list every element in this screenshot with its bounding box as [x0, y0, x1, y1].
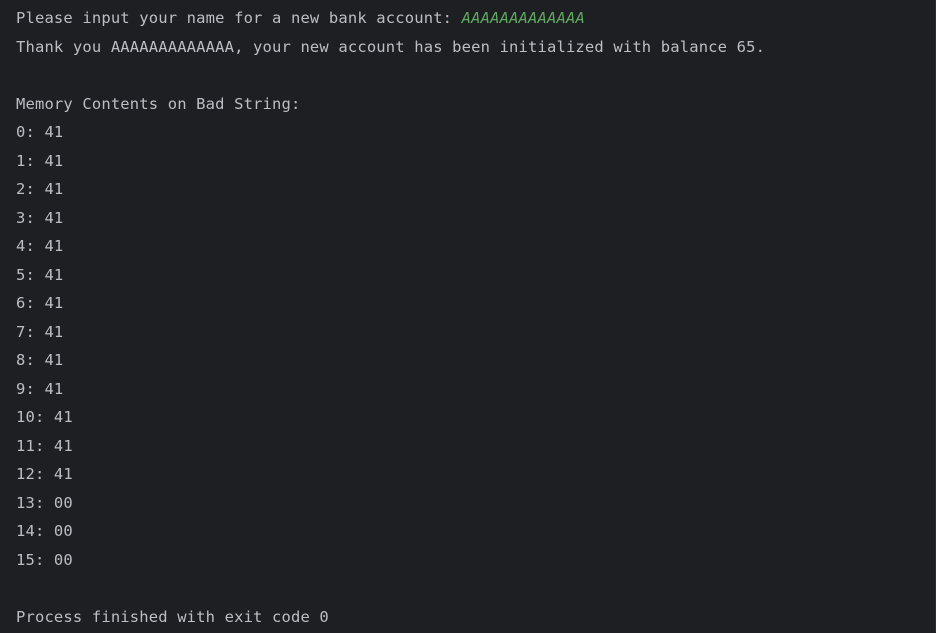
memory-line: 5: 41: [16, 263, 936, 292]
blank-line: [16, 576, 936, 605]
memory-line: 9: 41: [16, 377, 936, 406]
memory-line: 2: 41: [16, 177, 936, 206]
memory-header-line: Memory Contents on Bad String:: [16, 92, 936, 121]
blank-line: [16, 63, 936, 92]
memory-line: 12: 41: [16, 462, 936, 491]
run-console-output[interactable]: Please input your name for a new bank ac…: [0, 0, 936, 632]
thank-you-line: Thank you AAAAAAAAAAAAA, your new accoun…: [16, 35, 936, 64]
memory-line: 0: 41: [16, 120, 936, 149]
memory-line: 13: 00: [16, 491, 936, 520]
user-input-text: AAAAAAAAAAAAA: [462, 9, 585, 27]
memory-line: 14: 00: [16, 519, 936, 548]
memory-line: 7: 41: [16, 320, 936, 349]
process-exit-line: Process finished with exit code 0: [16, 605, 936, 633]
input-prompt-text: Please input your name for a new bank ac…: [16, 9, 462, 27]
input-prompt-line: Please input your name for a new bank ac…: [16, 6, 936, 35]
memory-line: 1: 41: [16, 149, 936, 178]
memory-line: 8: 41: [16, 348, 936, 377]
memory-line: 11: 41: [16, 434, 936, 463]
memory-line: 15: 00: [16, 548, 936, 577]
memory-line: 3: 41: [16, 206, 936, 235]
memory-line: 10: 41: [16, 405, 936, 434]
memory-line: 6: 41: [16, 291, 936, 320]
memory-line: 4: 41: [16, 234, 936, 263]
